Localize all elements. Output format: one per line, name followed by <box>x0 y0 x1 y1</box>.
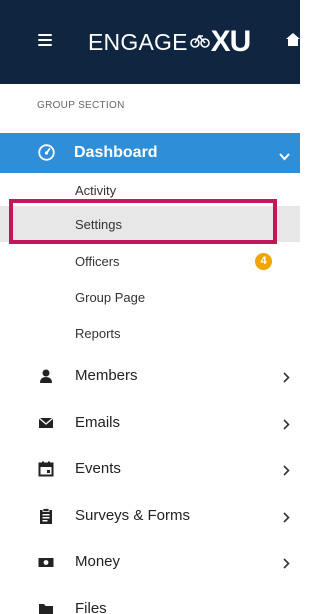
chevron-right-icon <box>283 556 290 569</box>
sidebar-item-events[interactable]: Events <box>0 449 300 489</box>
brand-suffix: XU <box>210 25 252 58</box>
submenu-item-group-page[interactable]: Group Page <box>75 290 145 305</box>
brand-name: ENGAGE <box>88 28 188 55</box>
chevron-right-icon <box>283 463 290 476</box>
submenu-item-reports[interactable]: Reports <box>75 326 121 341</box>
submenu-item-officers[interactable]: Officers <box>75 254 120 269</box>
sidebar-item-surveys-forms[interactable]: Surveys & Forms <box>0 496 300 536</box>
sidebar-item-dashboard[interactable]: Dashboard <box>0 133 300 173</box>
sidebar-item-label: Emails <box>75 414 121 431</box>
sidebar-item-emails[interactable]: Emails <box>0 403 300 443</box>
chevron-right-icon <box>283 417 290 430</box>
brand-logo[interactable]: ENGAGE XU <box>88 24 252 60</box>
clipboard-icon <box>38 508 54 524</box>
chevron-right-icon <box>283 370 290 383</box>
notification-badge: 4 <box>255 253 272 270</box>
sidebar-item-label: Events <box>75 460 121 477</box>
person-icon <box>38 368 54 384</box>
folder-icon <box>38 601 54 614</box>
sidebar-item-label: Dashboard <box>74 144 158 161</box>
chevron-down-icon <box>279 148 290 161</box>
sidebar-item-members[interactable]: Members <box>0 356 300 396</box>
top-navigation-bar: ENGAGE XU <box>0 0 300 84</box>
dashboard-gauge-icon <box>38 144 55 161</box>
chevron-right-icon <box>283 510 290 523</box>
sidebar-item-label: Members <box>75 367 138 384</box>
sidebar-item-money[interactable]: Money <box>0 542 300 582</box>
sidebar-item-label: Files <box>75 600 107 614</box>
submenu-item-activity[interactable]: Activity <box>75 183 116 198</box>
calendar-icon <box>38 461 54 477</box>
section-label: GROUP SECTION <box>37 100 125 111</box>
bicycle-logo-icon <box>189 32 210 53</box>
sidebar-item-files[interactable]: Files <box>0 589 300 614</box>
money-icon <box>38 554 54 570</box>
sidebar-item-label: Surveys & Forms <box>75 507 191 524</box>
hamburger-menu-icon[interactable] <box>38 34 52 46</box>
envelope-icon <box>38 415 54 431</box>
highlight-annotation-box <box>9 199 277 244</box>
sidebar-item-label: Money <box>75 553 121 570</box>
home-icon[interactable] <box>286 30 300 50</box>
